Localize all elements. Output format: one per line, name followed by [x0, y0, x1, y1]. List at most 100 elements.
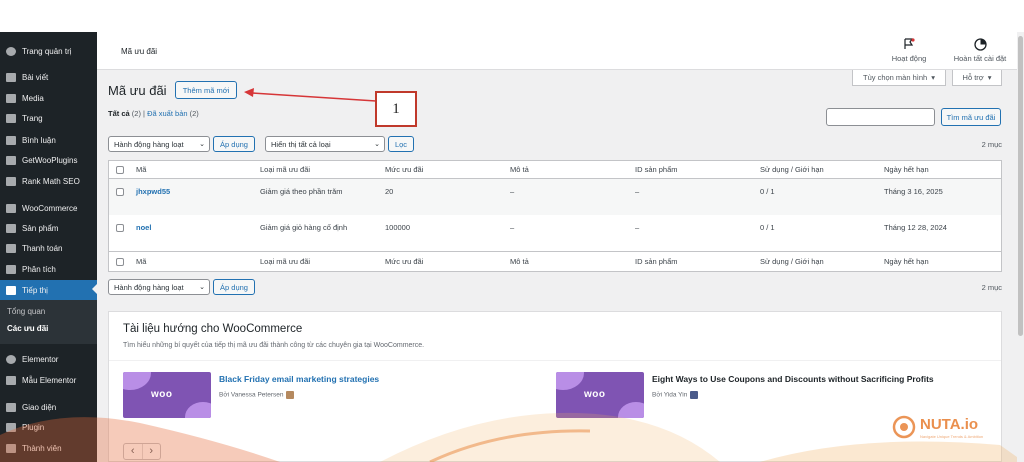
author-avatar — [690, 391, 699, 399]
sidebar-item-label: Media — [22, 93, 44, 103]
sidebar-item-label: Thanh toán — [22, 243, 63, 253]
column-header: Loại mã ưu đãi — [260, 165, 311, 174]
column-header[interactable]: Mã — [136, 165, 146, 174]
search-coupons-button[interactable]: Tìm mã ưu đãi — [941, 108, 1001, 126]
nuta-tagline: Navigate Unique Trends & Ambition — [920, 434, 984, 439]
sidebar-item-label: Phân tích — [22, 264, 56, 274]
help-tab[interactable]: Hỗ trợ ▾ — [952, 70, 1002, 86]
sidebar-item-posts[interactable]: Bài viết — [0, 68, 97, 86]
select-all-checkbox[interactable] — [116, 258, 124, 266]
sidebar-item-media[interactable]: Media — [0, 89, 97, 107]
filter-published[interactable]: Đã xuất bản — [147, 109, 187, 118]
sidebar-item-label: Trang — [22, 113, 43, 123]
column-header: Mức ưu đãi — [385, 165, 424, 174]
column-footer: ID sản phẩm — [635, 257, 678, 266]
column-footer: Sử dụng / Giới hạn — [760, 257, 824, 266]
annotation-callout: 1 — [375, 91, 417, 127]
article-author: Bởi Yida Yin — [652, 391, 699, 399]
chevron-down-icon: ⌄ — [199, 284, 205, 291]
sidebar-item-getwooplugins[interactable]: GetWooPlugins — [0, 151, 97, 169]
bulk-action-select-bottom[interactable]: Hành động hàng loạt ⌄ — [108, 279, 210, 295]
search-coupons-input[interactable] — [826, 108, 935, 126]
woocommerce-icon — [6, 203, 16, 213]
sidebar-item-label: Sản phẩm — [22, 223, 59, 233]
bulk-action-select-top[interactable]: Hành động hàng loạt ⌄ — [108, 136, 210, 152]
sidebar-item-woocommerce[interactable]: WooCommerce — [0, 199, 97, 217]
sidebar-item-elementor[interactable]: Elementor — [0, 350, 97, 368]
sidebar-item-label: Trang quản trị — [22, 46, 72, 56]
submenu-overview[interactable]: Tổng quan — [7, 307, 45, 316]
table-header-row: Mã Loại mã ưu đãi Mức ưu đãi Mô tả ID sả… — [109, 161, 1001, 179]
media-icon — [6, 93, 16, 103]
column-footer: Ngày hết hạn — [884, 257, 929, 266]
table-footer-row: Mã Loại mã ưu đãi Mức ưu đãi Mô tả ID sả… — [109, 251, 1001, 272]
sidebar-item-comments[interactable]: Bình luận — [0, 131, 97, 149]
tips-subtitle: Tìm hiểu những bí quyết của tiếp thị mã … — [123, 342, 425, 349]
row-checkbox[interactable] — [116, 224, 124, 232]
sidebar-item-elementor-templates[interactable]: Mẫu Elementor — [0, 371, 97, 389]
nuta-brand: NUTA.io — [920, 416, 979, 433]
screen-options-tab[interactable]: Tùy chọn màn hình ▾ — [852, 70, 946, 86]
sidebar-item-label: Bình luận — [22, 135, 56, 145]
coupon-usage: 0 / 1 — [760, 187, 775, 196]
apply-button-top[interactable]: Áp dụng — [213, 136, 255, 152]
activity-button[interactable]: Hoạt động — [887, 38, 931, 68]
filter-published-count: (2) — [189, 109, 199, 118]
select-all-checkbox[interactable] — [116, 166, 124, 174]
sidebar-item-products[interactable]: Sản phẩm — [0, 219, 97, 237]
item-count-top: 2 mục — [981, 140, 1002, 149]
dashboard-icon — [6, 46, 16, 56]
coupon-code-link[interactable]: jhxpwd55 — [136, 187, 170, 196]
filter-button[interactable]: Lọc — [388, 136, 414, 152]
scrollbar-thumb[interactable] — [1018, 36, 1023, 336]
nuta-logo-icon — [892, 415, 916, 439]
finish-setup-button[interactable]: Hoàn tất cài đặt — [945, 38, 1015, 68]
sidebar-item-dashboard[interactable]: Trang quản trị — [0, 42, 97, 60]
coupon-product-ids: – — [635, 187, 640, 196]
decorative-swoosh — [0, 412, 1024, 462]
coupon-type: Giảm giá giỏ hàng cố định — [260, 223, 348, 232]
bar-chart-icon — [6, 264, 16, 274]
column-footer[interactable]: Mã — [136, 257, 146, 266]
sidebar-item-analytics[interactable]: Phân tích — [0, 260, 97, 278]
coupon-product-ids: – — [635, 223, 640, 232]
table-row: noel Giảm giá giỏ hàng cố định 100000 – … — [109, 215, 1001, 251]
author-avatar — [286, 391, 295, 399]
sidebar-item-pages[interactable]: Trang — [0, 109, 97, 127]
author-name: Bởi Vanessa Petersen — [219, 391, 284, 399]
coupon-expiry: Tháng 12 28, 2024 — [884, 223, 947, 232]
annotation-arrow — [244, 88, 377, 102]
woocommerce-header-bar: Mã ưu đãi Hoạt động Hoàn tất cài đặt — [97, 32, 1017, 70]
pin-icon — [6, 72, 16, 82]
coupon-usage: 0 / 1 — [760, 223, 775, 232]
apply-button-bottom[interactable]: Áp dụng — [213, 279, 255, 295]
caret-down-icon: ▾ — [931, 73, 935, 82]
add-new-coupon-button[interactable]: Thêm mã mới — [175, 81, 237, 99]
row-checkbox[interactable] — [116, 188, 124, 196]
coupon-amount: 20 — [385, 187, 394, 196]
folder-icon — [6, 375, 16, 385]
sidebar-item-payments[interactable]: Thanh toán — [0, 239, 97, 257]
megaphone-icon — [6, 285, 16, 295]
table-row: jhxpwd55 Giảm giá theo phần trăm 20 – – … — [109, 179, 1001, 215]
page-icon — [6, 113, 16, 123]
page-title: Mã ưu đãi — [108, 83, 167, 98]
coupon-expiry: Tháng 3 16, 2025 — [884, 187, 943, 196]
sidebar-item-marketing[interactable]: Tiếp thị — [0, 280, 97, 300]
woo-logo: woo — [584, 389, 606, 400]
payment-icon — [6, 243, 16, 253]
article-title-link[interactable]: Black Friday email marketing strategies — [219, 374, 379, 384]
thumbnail-decoration — [556, 372, 584, 390]
article-title-link[interactable]: Eight Ways to Use Coupons and Discounts … — [652, 374, 934, 384]
coupon-type-filter-select[interactable]: Hiển thị tất cả loại ⌄ — [265, 136, 385, 152]
submenu-coupons[interactable]: Các ưu đãi — [7, 324, 48, 333]
sidebar-item-label: Mẫu Elementor — [22, 375, 77, 385]
column-header: Sử dụng / Giới hạn — [760, 165, 824, 174]
page-scrollbar[interactable] — [1017, 32, 1024, 462]
caret-down-icon: ▾ — [987, 73, 992, 82]
sidebar-item-rank-math[interactable]: Rank Math SEO — [0, 172, 97, 190]
coupon-code-link[interactable]: noel — [136, 223, 151, 232]
filter-all[interactable]: Tất cả — [108, 109, 130, 118]
column-header: ID sản phẩm — [635, 165, 678, 174]
sidebar-item-label: Rank Math SEO — [22, 176, 80, 186]
